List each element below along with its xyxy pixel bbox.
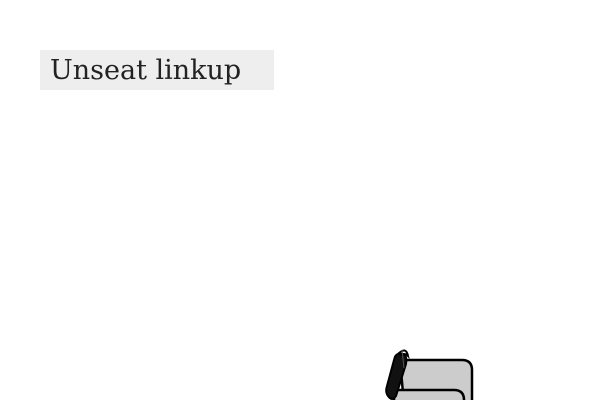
unseat-linkup-label-box: Unseat linkup [40,50,274,90]
scroll-icon[interactable] [378,342,478,400]
unseat-linkup-label: Unseat linkup [50,54,242,86]
page: Unseat linkup [0,0,600,400]
